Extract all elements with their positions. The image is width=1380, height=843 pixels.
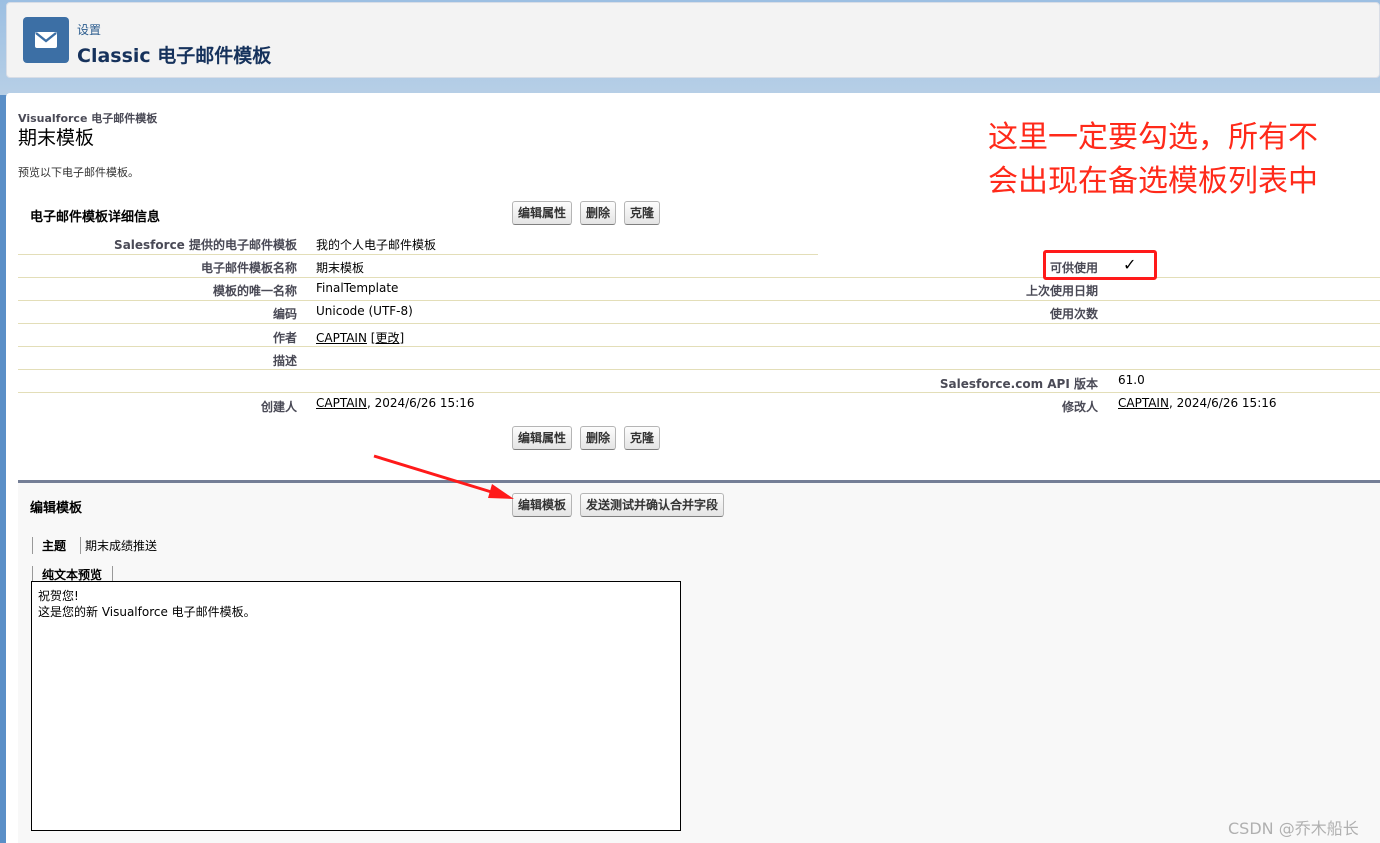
author-value: CAPTAIN [更改] bbox=[316, 329, 404, 346]
last-used-label: 上次使用日期 bbox=[1025, 284, 1098, 298]
modified-date: , 2024/6/26 15:16 bbox=[1168, 396, 1277, 410]
plain-text-preview-box: 祝贺您! 这是您的新 Visualforce 电子邮件模板。 bbox=[31, 581, 681, 831]
created-by-label: 创建人 bbox=[260, 400, 297, 414]
annotation-text: 这里一定要勾选，所有不会出现在备选模板列表中 bbox=[988, 120, 1318, 199]
row-divider bbox=[18, 392, 1380, 393]
unique-name-value: FinalTemplate bbox=[316, 281, 399, 295]
row-divider bbox=[18, 300, 1380, 301]
page-title: Classic 电子邮件模板 bbox=[77, 45, 272, 67]
send-test-button[interactable]: 发送测试并确认合并字段 bbox=[580, 493, 725, 517]
description-label: 描述 bbox=[272, 354, 297, 368]
page-header: 设置 Classic 电子邮件模板 bbox=[6, 2, 1380, 78]
api-version-value: 61.0 bbox=[1118, 373, 1145, 387]
encoding-value: Unicode (UTF-8) bbox=[316, 304, 413, 318]
encoding-label: 编码 bbox=[272, 307, 297, 321]
preview-note: 预览以下电子邮件模板。 bbox=[18, 166, 139, 179]
edit-properties-button-bottom[interactable]: 编辑属性 bbox=[512, 426, 573, 450]
details-section-title: 电子邮件模板详细信息 bbox=[30, 210, 161, 225]
delete-button[interactable]: 删除 bbox=[580, 201, 617, 225]
delete-button-bottom[interactable]: 删除 bbox=[580, 426, 617, 450]
highlight-box bbox=[1043, 250, 1157, 280]
folder-value: 我的个人电子邮件模板 bbox=[316, 238, 437, 252]
author-label: 作者 bbox=[272, 331, 297, 345]
row-divider bbox=[18, 254, 818, 255]
edit-template-button[interactable]: 编辑模板 bbox=[512, 493, 573, 517]
modified-by-value: CAPTAIN, 2024/6/26 15:16 bbox=[1118, 396, 1277, 410]
watermark: CSDN @乔木船长 bbox=[1228, 819, 1359, 838]
row-divider bbox=[18, 346, 1380, 347]
main-panel: Visualforce 电子邮件模板 期末模板 预览以下电子邮件模板。 电子邮件… bbox=[6, 93, 1380, 843]
unique-name-label: 模板的唯一名称 bbox=[212, 284, 297, 298]
template-name-label: 电子邮件模板名称 bbox=[200, 261, 297, 275]
arrow-icon bbox=[373, 454, 514, 499]
created-by-value: CAPTAIN, 2024/6/26 15:16 bbox=[316, 396, 475, 410]
times-used-label: 使用次数 bbox=[1049, 307, 1098, 321]
created-by-link[interactable]: CAPTAIN bbox=[316, 396, 367, 410]
subject-value: 期末成绩推送 bbox=[80, 537, 157, 554]
edit-template-title: 编辑模板 bbox=[30, 501, 83, 516]
folder-label: Salesforce 提供的电子邮件模板 bbox=[114, 238, 297, 252]
change-author-link[interactable]: [更改] bbox=[371, 331, 404, 345]
template-name-value: 期末模板 bbox=[316, 261, 365, 275]
breadcrumb[interactable]: 设置 bbox=[77, 21, 101, 38]
row-divider bbox=[18, 277, 1380, 278]
modified-by-label: 修改人 bbox=[1061, 400, 1098, 414]
subject-label: 主题 bbox=[32, 537, 66, 554]
row-divider bbox=[18, 369, 1380, 370]
clone-button[interactable]: 克隆 bbox=[624, 201, 661, 225]
email-icon bbox=[23, 17, 69, 63]
record-name: 期末模板 bbox=[18, 127, 95, 149]
clone-button-bottom[interactable]: 克隆 bbox=[624, 426, 661, 450]
modified-by-link[interactable]: CAPTAIN bbox=[1118, 396, 1169, 410]
edit-properties-button[interactable]: 编辑属性 bbox=[512, 201, 573, 225]
edit-template-section: 编辑模板 编辑模板 发送测试并确认合并字段 主题 期末成绩推送 纯文本预览 祝贺… bbox=[18, 480, 1380, 843]
author-link[interactable]: CAPTAIN bbox=[316, 331, 367, 345]
row-divider bbox=[18, 323, 1380, 324]
preview-line: 祝贺您! bbox=[38, 589, 79, 603]
created-date: , 2024/6/26 15:16 bbox=[366, 396, 475, 410]
preview-line: 这是您的新 Visualforce 电子邮件模板。 bbox=[38, 605, 256, 619]
api-version-label: Salesforce.com API 版本 bbox=[939, 377, 1098, 391]
